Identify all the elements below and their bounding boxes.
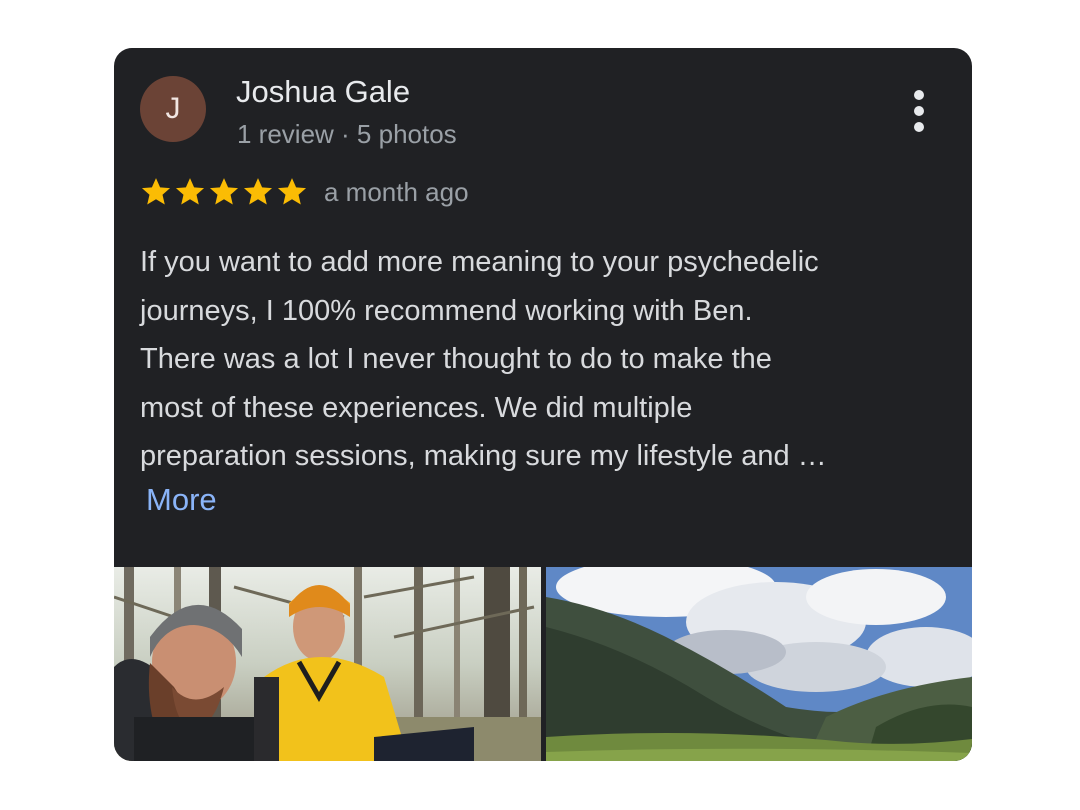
star-rating (139, 175, 309, 209)
review-photo-selfie[interactable] (114, 567, 541, 761)
reviewer-name[interactable]: Joshua Gale (236, 74, 410, 110)
star-icon (209, 178, 239, 205)
more-link[interactable]: More (146, 482, 217, 518)
review-text-line: There was a lot I never thought to do to… (140, 343, 772, 375)
review-text-line: most of these experiences. We did multip… (140, 391, 693, 424)
star-icon (175, 178, 205, 205)
review-text-line: If you want to add more meaning to your … (140, 246, 819, 278)
avatar-initial: J (165, 92, 181, 125)
star-icon (277, 178, 307, 205)
review-card: J Joshua Gale 1 review · 5 photos a mont… (114, 48, 972, 761)
star-icon (243, 178, 273, 205)
review-text-line: preparation sessions, making sure my lif… (140, 440, 827, 472)
review-time: a month ago (324, 177, 469, 207)
star-icon (141, 178, 171, 205)
review-photo-mountains[interactable] (546, 567, 972, 761)
reviewer-meta: 1 review · 5 photos (237, 119, 457, 149)
avatar[interactable]: J (140, 76, 206, 142)
review-text: If you want to add more meaning to your … (140, 238, 960, 481)
more-vert-icon[interactable] (904, 88, 934, 134)
review-text-line: journeys, I 100% recommend working with … (140, 294, 753, 327)
